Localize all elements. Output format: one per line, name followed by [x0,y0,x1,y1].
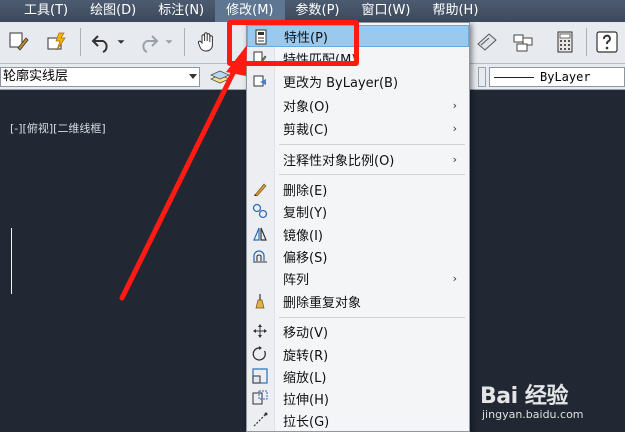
chevron-down-icon [189,74,197,79]
redo-button[interactable] [134,27,164,57]
menu-item-offset[interactable]: 偏移(S) [247,245,469,267]
stretch-icon [252,390,268,406]
menu-item-delete-duplicates[interactable]: 删除重复对象 [247,290,469,312]
menu-parametric[interactable]: 参数(P) [285,0,351,22]
baidu-jingyan-watermark: Bai 经验 jingyan.baidu.com [480,378,620,428]
menu-item-label: 更改为 ByLayer(B) [283,75,399,91]
offset-icon [252,248,268,264]
menu-item-label: 偏移(S) [283,250,328,266]
menu-bar: 工具(T) 绘图(D) 标注(N) 修改(M) 参数(P) 窗口(W) 帮助(H… [0,0,625,22]
menu-separator [279,317,465,318]
menu-item-label: 拉长(G) [283,414,330,430]
menu-item-scale[interactable]: 缩放(L) [247,365,469,387]
chevron-right-icon: › [452,99,457,112]
menu-item-move[interactable]: 移动(V) [247,320,469,342]
menu-item-lengthen[interactable]: 拉长(G) [247,409,469,431]
menu-item-copy[interactable]: 复制(Y) [247,200,469,222]
toolbar-separator [184,28,185,56]
menu-item-erase[interactable]: 删除(E) [247,178,469,200]
menu-separator [279,144,465,145]
menu-item-label: 复制(Y) [283,205,328,221]
linetype-combo-value: ByLayer [540,70,591,84]
quick-select-icon [47,32,66,51]
redo-dropdown[interactable] [162,27,176,57]
layer-combo[interactable]: 轮廓实线层 [0,67,200,87]
calculator-icon [557,31,573,53]
toolbar-separator [586,28,587,56]
menu-item-label: 删除(E) [283,183,328,199]
menu-item-label: 对象(O) [283,99,330,115]
markup-icon [513,34,533,52]
redo-icon [142,35,159,53]
sheet-set-icon [477,33,497,51]
menu-item-label: 移动(V) [283,325,329,341]
bylayer-icon [252,73,268,89]
toolbar-separator [80,28,81,56]
menu-modify[interactable]: 修改(M) [215,0,285,22]
help-button[interactable] [592,27,622,57]
menu-item-label: 注释性对象比例(O) [283,153,395,169]
modify-menu-dropdown: 特性(P) 特性匹配(M) 更改为 ByLayer(B) 对象(O) › 剪裁(… [246,22,470,432]
menu-item-label: 删除重复对象 [283,295,362,311]
sheet-set-button[interactable] [472,27,502,57]
linetype-combo[interactable]: ByLayer [489,67,625,87]
linetype-sample [494,77,534,78]
menu-item-label: 剪裁(C) [283,122,329,138]
chevron-right-icon: › [452,153,457,166]
mirror-icon [252,226,268,242]
undo-button[interactable] [86,27,116,57]
menu-item-label: 缩放(L) [283,370,327,386]
chevron-right-icon: › [452,122,457,135]
menu-item-array[interactable]: 阵列 › [247,267,469,289]
viewport-controls-label[interactable]: [-][俯视][二维线框] [10,120,106,136]
undo-dropdown[interactable] [114,27,128,57]
menu-item-clip[interactable]: 剪裁(C) › [247,117,469,139]
layer-stack-icon [210,70,230,84]
menu-draw[interactable]: 绘图(D) [79,0,147,22]
menu-separator [279,174,465,175]
move-icon [252,323,268,339]
menu-item-label: 拉伸(H) [283,392,329,408]
pan-button[interactable] [192,27,222,57]
lengthen-icon [252,412,268,428]
calculator-button[interactable] [550,27,580,57]
menu-help[interactable]: 帮助(H) [421,0,489,22]
crosshair-cursor [11,228,12,294]
watermark-brand: Bai 经验 [480,384,568,409]
menu-item-label: 旋转(R) [283,348,329,364]
markup-button[interactable] [508,27,538,57]
menu-item-rotate[interactable]: 旋转(R) [247,343,469,365]
menu-item-mirror[interactable]: 镜像(I) [247,223,469,245]
menu-item-label: 阵列 [283,272,310,288]
menu-item-change-to-bylayer[interactable]: 更改为 ByLayer(B) [247,70,469,92]
delete-duplicates-icon [252,293,268,309]
brush-icon [9,32,29,51]
menu-item-annotative-scale[interactable]: 注释性对象比例(O) › [247,148,469,170]
menu-item-label: 镜像(I) [283,228,323,244]
menu-tools[interactable]: 工具(T) [0,0,79,22]
match-properties-tool-button[interactable] [4,27,34,57]
chevron-right-icon: › [452,272,457,285]
quick-select-button[interactable] [42,27,72,57]
scale-icon [252,368,268,384]
menu-item-stretch[interactable]: 拉伸(H) [247,387,469,409]
erase-icon [252,181,268,197]
question-icon [596,31,618,53]
menu-dimension[interactable]: 标注(N) [147,0,215,22]
red-highlight-box [227,20,359,66]
undo-icon [91,35,108,53]
chevron-down-icon [165,40,173,44]
copy-icon [252,203,268,219]
chevron-down-icon [117,40,125,44]
hand-icon [197,32,213,52]
properties-row-divider [478,67,486,87]
menu-window[interactable]: 窗口(W) [350,0,421,22]
watermark-url: jingyan.baidu.com [482,408,584,421]
rotate-icon [252,346,268,362]
layer-properties-button[interactable] [206,64,234,90]
menu-item-object[interactable]: 对象(O) › [247,94,469,116]
layer-combo-value: 轮廓实线层 [3,69,69,84]
